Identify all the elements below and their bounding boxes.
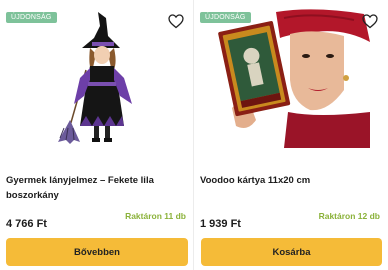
product-card: ÚJDONSÁG Gyermek lányjelmez – Fekete lil… [0, 0, 194, 270]
stock-status: Raktáron 11 db [125, 211, 186, 221]
new-badge: ÚJDONSÁG [6, 12, 57, 23]
product-image-voodoo-card[interactable] [194, 8, 388, 148]
new-badge: ÚJDONSÁG [200, 12, 251, 23]
details-button[interactable]: Bővebben [6, 238, 188, 266]
add-to-cart-button[interactable]: Kosárba [201, 238, 382, 266]
heart-icon[interactable] [362, 14, 378, 29]
product-card: ÚJDONSÁG Voodoo kártya 11x20 cm Raktáron… [194, 0, 388, 270]
heart-icon[interactable] [168, 14, 184, 29]
product-image-witch-costume[interactable] [0, 8, 194, 148]
stock-status: Raktáron 12 db [318, 211, 380, 221]
product-title[interactable]: Gyermek lányjelmez – Fekete lila boszork… [6, 173, 186, 203]
product-grid: ÚJDONSÁG Gyermek lányjelmez – Fekete lil… [0, 0, 388, 270]
product-price: 1 939 Ft [200, 218, 241, 230]
product-price: 4 766 Ft [6, 218, 47, 230]
product-title[interactable]: Voodoo kártya 11x20 cm [200, 173, 380, 188]
